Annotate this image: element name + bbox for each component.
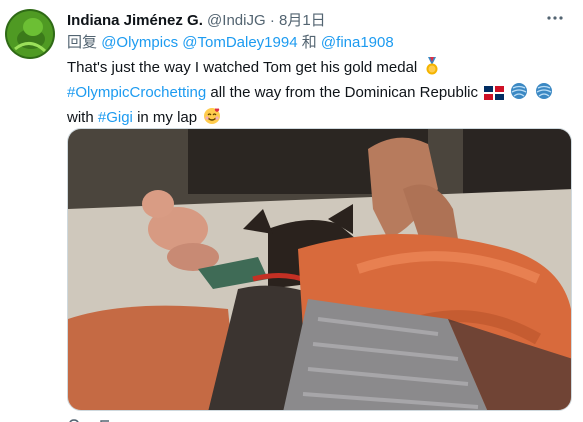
tweet-text-part-4: in my lap bbox=[137, 109, 198, 126]
tweet-photo[interactable] bbox=[67, 128, 572, 411]
mention-olympics[interactable]: @Olympics bbox=[101, 34, 178, 51]
reply-conjunction: 和 bbox=[301, 34, 317, 51]
yarn-emoji bbox=[510, 82, 528, 107]
tweet-text: That's just the way I watched Tom get hi… bbox=[67, 57, 572, 132]
tweet-text-part-3: with bbox=[67, 109, 94, 126]
display-name[interactable]: Indiana Jiménez G. bbox=[67, 12, 203, 29]
mention-fina[interactable]: @fina1908 bbox=[321, 34, 394, 51]
reply-context: 回复 @Olympics @TomDaley1994 和 @fina1908 bbox=[67, 34, 394, 52]
yarn-emoji bbox=[535, 82, 553, 107]
mention-tomdaley[interactable]: @TomDaley1994 bbox=[182, 34, 297, 51]
tweet-line-2: #OlympicCrochetting all the way from the… bbox=[67, 82, 572, 107]
gold-medal-emoji bbox=[423, 57, 441, 82]
separator: · bbox=[269, 12, 275, 29]
dominican-flag-emoji bbox=[484, 85, 505, 107]
tweet-text-part-1: That's just the way I watched Tom get hi… bbox=[67, 59, 418, 76]
tweet-text-part-2: all the way from the Dominican Republic bbox=[210, 84, 479, 101]
reply-prefix: 回复 bbox=[67, 34, 98, 51]
tweet-line-1: That's just the way I watched Tom get hi… bbox=[67, 57, 572, 82]
avatar[interactable] bbox=[5, 9, 55, 59]
tweet-header: Indiana Jiménez G. @IndiJG · 8月1日 bbox=[67, 12, 326, 30]
tweet-date[interactable]: 8月1日 bbox=[279, 12, 326, 29]
hashtag-gigi[interactable]: #Gigi bbox=[98, 109, 133, 126]
hashtag-olympiccrochetting[interactable]: #OlympicCrochetting bbox=[67, 84, 206, 101]
more-options-icon[interactable] bbox=[543, 8, 567, 28]
handle[interactable]: @IndiJG bbox=[207, 12, 266, 29]
